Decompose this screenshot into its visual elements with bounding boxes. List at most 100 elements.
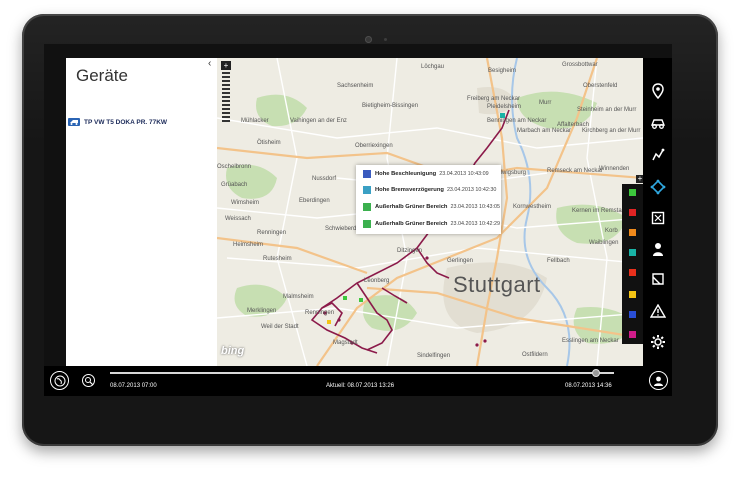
settings-button[interactable]	[649, 333, 666, 350]
map-poi-button[interactable]	[649, 146, 666, 163]
event-color-swatch	[363, 186, 371, 194]
user-profile-button[interactable]	[649, 371, 668, 390]
zoom-in-button[interactable]: +	[221, 61, 231, 70]
map-label: Waiblingen	[589, 240, 619, 246]
warning-button[interactable]	[649, 302, 666, 319]
user-avatar-icon	[654, 376, 663, 386]
device-label: TP VW T5 DOKA PR. 77KW	[84, 118, 168, 126]
popup-event-item[interactable]: Hohe Bremsverzögerung 23.04.2013 10:42:3…	[363, 184, 496, 196]
area-select-icon	[651, 211, 664, 224]
map-label: Wimsheim	[231, 200, 259, 206]
map-label: Marbach am Neckar	[517, 128, 572, 134]
event-popup: Hohe Beschleunigung 23.04.2013 10:43:09 …	[356, 165, 501, 234]
legend-swatch-orange[interactable]	[629, 229, 636, 236]
collapse-panel-button[interactable]: ‹	[208, 58, 211, 69]
map-label: Fellbach	[547, 258, 570, 264]
map-label: Murr	[539, 100, 552, 106]
globe-icon	[54, 375, 65, 386]
light-sensor	[384, 38, 387, 41]
map-label: Weil der Stadt	[261, 324, 299, 330]
map-label: Korb	[605, 228, 618, 234]
popup-event-item[interactable]: Hohe Beschleunigung 23.04.2013 10:43:09	[363, 168, 489, 180]
legend-swatch-magenta[interactable]	[629, 331, 636, 338]
map-label: Oschelbronn	[217, 164, 252, 170]
legend-swatch-green[interactable]	[629, 189, 636, 196]
layers-button[interactable]	[649, 270, 666, 287]
map-label: Vaihingen an der Enz	[290, 118, 347, 124]
camera-lens	[365, 36, 372, 43]
area-select-button[interactable]	[649, 209, 666, 226]
layers-icon	[651, 272, 664, 285]
geofence-button[interactable]	[649, 178, 666, 195]
map-label: Steinheim an der Murr	[577, 107, 637, 113]
zoom-slider[interactable]	[222, 72, 230, 122]
map-label: Ditzingen	[397, 248, 423, 254]
search-button[interactable]	[82, 374, 95, 387]
map-label: Kornwestheim	[513, 204, 552, 210]
event-color-swatch	[363, 203, 371, 211]
location-pin-button[interactable]	[649, 82, 666, 99]
zoom-control[interactable]: +	[221, 61, 231, 123]
vehicle-icon	[68, 118, 80, 126]
map-label: Sachsenheim	[337, 83, 374, 89]
map-label: Winnenden	[599, 166, 630, 172]
driver-button[interactable]	[649, 240, 666, 257]
event-title: Außerhalb Grüner Bereich	[375, 204, 448, 210]
globe-button[interactable]	[50, 371, 69, 390]
map-label: Nussdorf	[312, 176, 337, 182]
devices-panel: Geräte ‹ TP VW T5 DOKA PR. 77KW	[66, 58, 217, 366]
app-screen: Geräte ‹ TP VW T5 DOKA PR. 77KW Löchgau …	[44, 44, 672, 396]
map-label: Renningen	[305, 310, 335, 316]
city-label-stuttgart: Stuttgart	[453, 272, 541, 297]
map-label: Esslingen am Neckar	[562, 338, 619, 344]
map-label: Gerlingen	[447, 258, 474, 264]
timeline-start-label: 08.07.2013 07:00	[110, 383, 157, 389]
timeline-current-label: Aktuell: 08.07.2013 13:26	[326, 383, 395, 389]
map-label: Oberstenfeld	[583, 83, 618, 89]
map-view[interactable]: Löchgau Besigheim Grossbottwar Oberstenf…	[217, 58, 643, 366]
legend-swatch-teal[interactable]	[629, 249, 636, 256]
timeline-end-label: 08.07.2013 14:36	[565, 383, 612, 389]
timeline-thumb[interactable]	[592, 369, 601, 377]
event-color-legend: +	[622, 175, 644, 344]
map-label: Bietigheim-Bissingen	[362, 103, 419, 109]
map-label: Benningen am Neckar	[487, 118, 547, 124]
map-label: Mühlacker	[241, 118, 269, 124]
timeline-slider[interactable]	[110, 372, 614, 374]
map-label: Kernen im Remstal	[572, 208, 624, 214]
popup-event-item[interactable]: Außerhalb Grüner Bereich 23.04.2013 10:4…	[363, 201, 500, 213]
map-label: Grossbottwar	[562, 62, 598, 68]
map-label: Eberdingen	[299, 198, 330, 204]
legend-swatch-blue[interactable]	[629, 311, 636, 318]
map-label: Kirchberg an der Murr	[582, 128, 641, 134]
bing-logo: bing	[221, 345, 245, 357]
legend-swatch-yellow[interactable]	[629, 291, 636, 298]
event-time: 23.04.2013 10:42:29	[450, 221, 500, 227]
event-title: Hohe Bremsverzögerung	[375, 187, 444, 193]
timeline-bar: 08.07.2013 07:00 Aktuell: 08.07.2013 13:…	[44, 366, 672, 396]
warning-icon	[649, 303, 666, 318]
device-item[interactable]: TP VW T5 DOKA PR. 77KW	[68, 116, 167, 128]
map-label: Renningen	[257, 230, 287, 236]
map-label: Merklingen	[247, 308, 277, 314]
settings-gear-icon	[650, 334, 665, 349]
event-color-swatch	[363, 220, 371, 228]
map-label: Oberriexingen	[355, 143, 393, 149]
map-label: Ostfildern	[522, 352, 548, 358]
popup-event-item[interactable]: Außerhalb Grüner Bereich 23.04.2013 10:4…	[363, 218, 500, 230]
event-title: Außerhalb Grüner Bereich	[375, 221, 448, 227]
event-time: 23.04.2013 10:43:09	[439, 171, 489, 177]
legend-swatch-red-2[interactable]	[629, 269, 636, 276]
map-label: Heimsheim	[233, 242, 264, 248]
map-label: Weissach	[225, 216, 251, 222]
map-label: Sindelfingen	[417, 353, 451, 359]
map-label: Freiberg am Neckar	[467, 96, 521, 102]
map-label: Grüabach	[221, 182, 248, 188]
map-label: Magstadt	[333, 340, 358, 346]
legend-swatch-red[interactable]	[629, 209, 636, 216]
event-title: Hohe Beschleunigung	[375, 171, 437, 177]
event-color-swatch	[363, 170, 371, 178]
right-toolbar	[643, 58, 672, 366]
vehicle-route-button[interactable]	[649, 114, 666, 131]
map-label: Pleidelsheim	[487, 104, 522, 110]
